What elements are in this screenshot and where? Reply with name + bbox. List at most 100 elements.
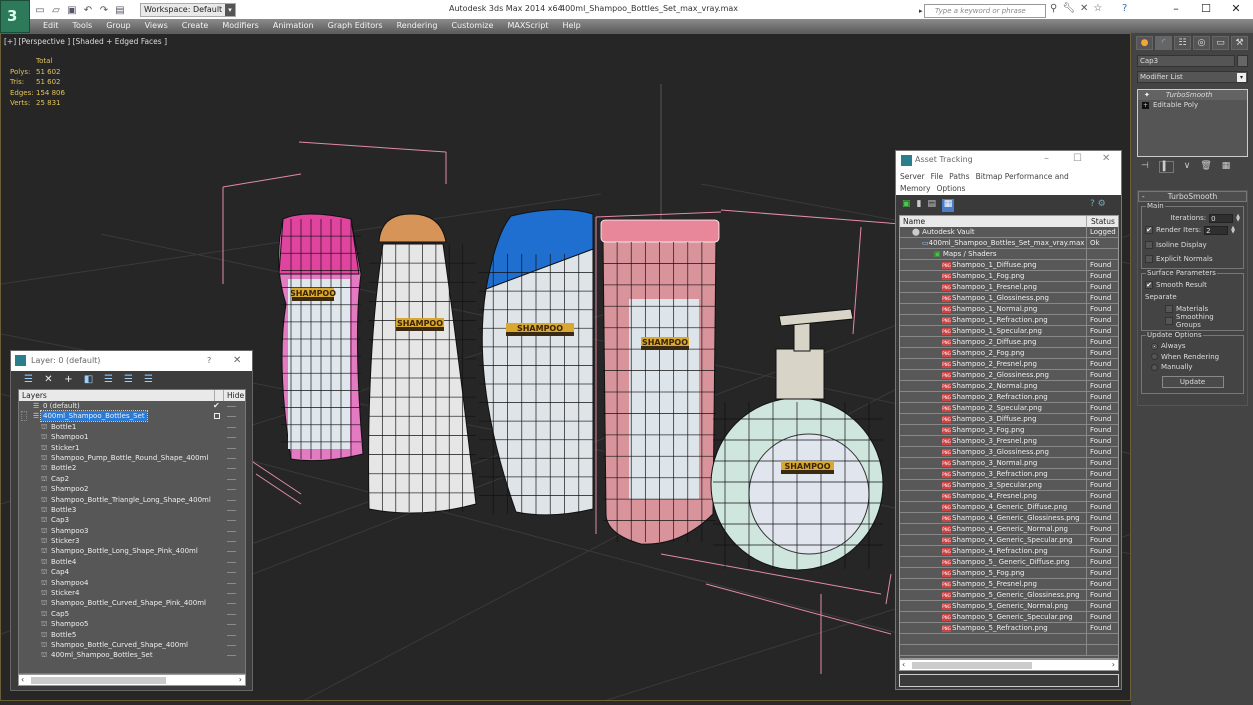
layer-row[interactable]: ⛫ Bottle3 bbox=[19, 505, 245, 515]
remove-modifier-icon[interactable]: 🗑︎ bbox=[1200, 161, 1211, 173]
smooth-result-checkbox[interactable]: ✔ bbox=[1145, 281, 1153, 289]
scrollbar-thumb[interactable] bbox=[912, 662, 1032, 669]
asset-row[interactable]: PNGShampoo_4_Generic_Glossiness.png Found bbox=[900, 513, 1118, 524]
asset-row[interactable]: PNGShampoo_3_Fresnel.png Found bbox=[900, 436, 1118, 447]
hide-toggle[interactable] bbox=[227, 447, 236, 449]
menu-server[interactable]: Server bbox=[900, 172, 925, 181]
current-layer-check-icon[interactable]: ✔ bbox=[213, 401, 220, 411]
layer-row[interactable]: ⛫ Cap3 bbox=[19, 515, 245, 525]
asset-row[interactable]: PNGShampoo_5_Fresnel.png Found bbox=[900, 579, 1118, 590]
asset-row[interactable]: PNGShampoo_3_Fog.png Found bbox=[900, 425, 1118, 436]
layer-row[interactable]: ⛫ Cap5 bbox=[19, 609, 245, 619]
search-input[interactable]: Type a keyword or phrase bbox=[919, 4, 1046, 18]
help-button[interactable]: ? bbox=[207, 351, 211, 371]
create-tab-icon[interactable]: ● bbox=[1136, 36, 1153, 50]
asset-row[interactable]: PNGShampoo_4_Generic_Specular.png Found bbox=[900, 535, 1118, 546]
wrench-icon[interactable]: 🔧︎ bbox=[1062, 3, 1075, 14]
hide-toggle[interactable] bbox=[227, 572, 236, 574]
help-icon[interactable]: ? ⚙ bbox=[1090, 199, 1106, 209]
asset-row[interactable]: PNGShampoo_1_Glossiness.png Found bbox=[900, 293, 1118, 304]
scroll-right-icon[interactable]: › bbox=[1112, 660, 1115, 670]
asset-row[interactable]: PNGShampoo_5_Refraction.png Found bbox=[900, 623, 1118, 634]
layer-row[interactable]: ⛫ Bottle2 bbox=[19, 463, 245, 473]
render-iters-spinner[interactable]: 2 bbox=[1204, 225, 1229, 235]
asset-row[interactable]: PNGShampoo_2_Diffuse.png Found bbox=[900, 337, 1118, 348]
hide-toggle[interactable] bbox=[227, 437, 236, 439]
asset-path-field[interactable] bbox=[899, 674, 1119, 687]
exchange-icon[interactable]: ✕ bbox=[1080, 3, 1088, 14]
asset-row[interactable]: PNGShampoo_2_Glossiness.png Found bbox=[900, 370, 1118, 381]
asset-row[interactable]: PNGShampoo_4_Refraction.png Found bbox=[900, 546, 1118, 557]
expand-icon[interactable]: + bbox=[1142, 101, 1149, 109]
spinner-arrows-icon[interactable]: ▲ ▼ bbox=[1231, 226, 1235, 235]
asset-row[interactable]: ▭400ml_Shampoo_Bottles_Set_max_vray.max O… bbox=[900, 238, 1118, 249]
save-icon[interactable]: ▣ bbox=[66, 5, 78, 16]
hide-toggle[interactable] bbox=[227, 593, 236, 595]
asset-row[interactable]: PNGShampoo_2_Fog.png Found bbox=[900, 348, 1118, 359]
horizontal-scrollbar[interactable]: ‹ › bbox=[18, 674, 246, 686]
layer-row[interactable]: ⛫ Shampoo3 bbox=[19, 526, 245, 536]
asset-row[interactable]: PNGShampoo_1_Refraction.png Found bbox=[900, 315, 1118, 326]
menu-customize[interactable]: Customize bbox=[444, 19, 500, 33]
column-status[interactable]: Status bbox=[1086, 216, 1118, 227]
delete-layer-icon[interactable]: ✕ bbox=[43, 374, 54, 388]
layer-row[interactable]: ⛫ Sticker1 bbox=[19, 443, 245, 453]
column-name[interactable]: Name bbox=[903, 217, 925, 226]
explicit-normals-checkbox[interactable] bbox=[1145, 255, 1153, 263]
rollout-header[interactable]: - TurboSmooth bbox=[1138, 191, 1247, 202]
asset-row[interactable]: PNGShampoo_3_Glossiness.png Found bbox=[900, 447, 1118, 458]
refresh-icon[interactable]: ▣ bbox=[902, 199, 911, 212]
menu-tools[interactable]: Tools bbox=[66, 19, 100, 33]
stack-item-turbosmooth[interactable]: ✦ TurboSmooth bbox=[1138, 90, 1247, 100]
always-radio[interactable] bbox=[1151, 342, 1158, 350]
asset-row[interactable]: PNGShampoo_3_Specular.png Found bbox=[900, 480, 1118, 491]
new-file-icon[interactable]: ▭ bbox=[34, 5, 46, 16]
hide-toggle[interactable] bbox=[227, 520, 236, 522]
object-color-swatch[interactable] bbox=[1237, 55, 1248, 67]
detail-view-icon[interactable]: ▤ bbox=[927, 199, 936, 212]
layer-row[interactable]: ⛫ Shampoo_Bottle_Triangle_Long_Shape_400m… bbox=[19, 495, 245, 505]
hide-toggle[interactable] bbox=[227, 406, 236, 407]
asset-row[interactable]: PNGShampoo_4_Generic_Diffuse.png Found bbox=[900, 502, 1118, 513]
viewport-label[interactable]: [+] [Perspective ] [Shaded + Edged Faces… bbox=[4, 37, 167, 46]
asset-tracking-titlebar[interactable]: Asset Tracking – ☐ ✕ Server File Paths Bitm… bbox=[896, 151, 1121, 195]
hide-toggle[interactable] bbox=[227, 582, 236, 584]
pin-stack-icon[interactable]: ⊣ bbox=[1141, 161, 1149, 173]
asset-row[interactable]: PNGShampoo_2_Fresnel.png Found bbox=[900, 359, 1118, 370]
bulb-icon[interactable]: ✦ bbox=[1144, 90, 1150, 100]
show-end-result-icon[interactable]: ▍ bbox=[1158, 161, 1174, 173]
hide-toggle[interactable] bbox=[227, 499, 236, 501]
asset-row[interactable]: PNGShampoo_3_Diffuse.png Found bbox=[900, 414, 1118, 425]
layer-dialog-titlebar[interactable]: Layer: 0 (default) ? ✕ bbox=[11, 351, 252, 371]
table-view-icon[interactable]: ▦ bbox=[941, 199, 954, 212]
modifier-list-dropdown[interactable]: Modifier List ▾ bbox=[1137, 71, 1248, 83]
render-iters-checkbox[interactable]: ✔ bbox=[1145, 226, 1153, 234]
layer-row[interactable]: ⛫ Bottle1 bbox=[19, 422, 245, 432]
hide-toggle[interactable] bbox=[227, 624, 236, 626]
menu-help[interactable]: Help bbox=[556, 19, 588, 33]
scroll-left-icon[interactable]: ‹ bbox=[21, 675, 24, 685]
update-button[interactable]: Update bbox=[1161, 375, 1224, 388]
horizontal-scrollbar[interactable]: ‹ › bbox=[899, 659, 1119, 671]
hide-toggle[interactable] bbox=[227, 468, 236, 470]
asset-row[interactable]: PNGShampoo_5_Generic_Glossiness.png Found bbox=[900, 590, 1118, 601]
star-icon[interactable]: ☆ bbox=[1093, 3, 1102, 14]
asset-row[interactable]: PNGShampoo_1_Fog.png Found bbox=[900, 271, 1118, 282]
hide-toggle[interactable] bbox=[227, 530, 236, 532]
smoothing-groups-checkbox[interactable] bbox=[1165, 317, 1173, 325]
minimize-button[interactable]: – bbox=[1044, 153, 1049, 164]
stack-item-editable-poly[interactable]: + Editable Poly bbox=[1138, 100, 1247, 110]
hide-toggle[interactable] bbox=[227, 634, 236, 636]
freeze-all-icon[interactable]: ☰ bbox=[143, 374, 154, 388]
asset-row[interactable]: PNGShampoo_2_Specular.png Found bbox=[900, 403, 1118, 414]
hide-toggle[interactable] bbox=[227, 426, 236, 428]
layer-row[interactable]: ⛫ Cap2 bbox=[19, 474, 245, 484]
asset-row[interactable]: PNGShampoo_3_Refraction.png Found bbox=[900, 469, 1118, 480]
layer-row[interactable]: ⛫ Bottle5 bbox=[19, 630, 245, 640]
layer-row[interactable]: ⛫ Shampoo2 bbox=[19, 484, 245, 494]
menu-graph-editors[interactable]: Graph Editors bbox=[321, 19, 390, 33]
layer-row[interactable]: ⛫ Shampoo_Bottle_Long_Shape_Pink_400ml bbox=[19, 546, 245, 556]
asset-row[interactable]: PNGShampoo_5_ Generic_Diffuse.png Found bbox=[900, 557, 1118, 568]
manually-radio[interactable] bbox=[1151, 363, 1158, 371]
close-button[interactable]: ✕ bbox=[1226, 2, 1246, 16]
